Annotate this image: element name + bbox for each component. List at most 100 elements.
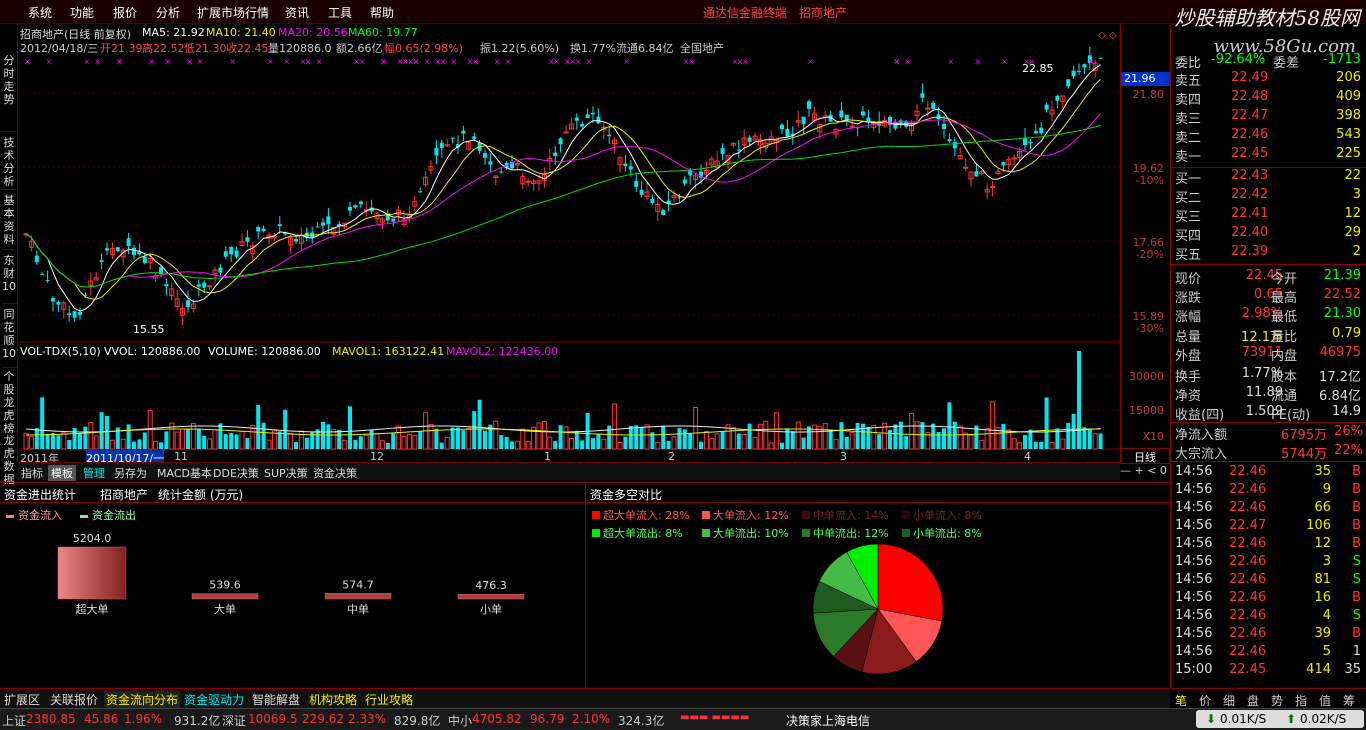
- volume-bar: [757, 423, 763, 450]
- candle: [520, 172, 526, 189]
- chart-nav-buttons[interactable]: — + < 0: [1120, 464, 1170, 480]
- orderbook-row[interactable]: 买四 22.40 29: [1171, 225, 1366, 244]
- volume-bar: [23, 432, 29, 450]
- menu-tools[interactable]: 工具: [328, 4, 352, 21]
- fund-bar-value: 476.3: [475, 579, 507, 592]
- event-marker: ×: [586, 57, 593, 66]
- tab-related-quote[interactable]: 关联报价: [48, 691, 100, 708]
- candle: [1082, 63, 1087, 75]
- tab-save-as[interactable]: 另存为: [111, 465, 150, 481]
- event-marker: ×: [46, 57, 53, 66]
- volume-bar: [655, 441, 661, 450]
- quote-tab[interactable]: 值: [1319, 692, 1331, 709]
- volume-bar: [190, 423, 196, 450]
- event-marker: ×: [283, 57, 290, 66]
- quote-tab[interactable]: 势: [1271, 692, 1283, 709]
- quote-tab[interactable]: 笔: [1175, 692, 1187, 709]
- menu-quote[interactable]: 报价: [113, 4, 137, 21]
- menu-help[interactable]: 帮助: [370, 4, 394, 21]
- tab-fund-decision[interactable]: 资金决策: [310, 465, 360, 481]
- quote-tab[interactable]: 细: [1223, 692, 1235, 709]
- fund-bar-value: 574.7: [342, 578, 374, 591]
- side-tab-eastmoney[interactable]: 东财10: [1, 254, 17, 304]
- orderbook-row[interactable]: 买三 22.41 12: [1171, 206, 1366, 225]
- volume-bar: [174, 431, 180, 450]
- volume-bar: [931, 423, 936, 449]
- quote-tab[interactable]: 盘: [1247, 692, 1259, 709]
- menu-function[interactable]: 功能: [70, 4, 94, 21]
- volume-bar: [828, 430, 833, 449]
- market-indicator-icon[interactable]: ▬▬▬ ▬▬▬▬: [680, 712, 749, 723]
- quote-tab[interactable]: 指: [1295, 692, 1307, 709]
- tab-fund-drive[interactable]: 资金驱动力: [182, 691, 246, 708]
- event-marker: ×: [467, 57, 474, 66]
- orderbook-row[interactable]: 买二 22.42 3: [1171, 187, 1366, 206]
- side-tab-technical[interactable]: 技术分析: [1, 136, 17, 190]
- orderbook-row[interactable]: 卖一 22.45 225: [1171, 146, 1366, 165]
- orderbook-row[interactable]: 卖五 22.49 206: [1171, 70, 1366, 89]
- candle: [434, 140, 439, 165]
- tab-macd[interactable]: MACD基本: [154, 465, 215, 481]
- tick-row: 14:56 22.46 12 B: [1175, 536, 1361, 551]
- orderbook-row[interactable]: 卖四 22.48 409: [1171, 89, 1366, 108]
- orderbook-row[interactable]: 买五 22.39 2: [1171, 244, 1366, 263]
- side-tab-lhb-data[interactable]: 龙虎数据: [1, 434, 17, 486]
- quote-tab[interactable]: 筹: [1343, 692, 1355, 709]
- candle: [774, 138, 780, 152]
- volume-bar: [909, 413, 915, 450]
- menu-news[interactable]: 资讯: [285, 4, 309, 21]
- tab-template[interactable]: 模板: [48, 465, 76, 481]
- tab-institution[interactable]: 机构攻略: [307, 691, 359, 708]
- kline-chart[interactable]: × × × × × × × × × × × × × × × × × × × × × × × × × × × × × × × × × × × × × × × ×…: [18, 24, 1120, 466]
- volume-bar: [472, 411, 477, 449]
- tab-dde[interactable]: DDE决策: [210, 465, 262, 481]
- orderbook-row[interactable]: 卖二 22.46 543: [1171, 127, 1366, 146]
- tab-sup[interactable]: SUP决策: [261, 465, 311, 481]
- volume-bar: [1066, 422, 1071, 449]
- menu-analysis[interactable]: 分析: [156, 4, 180, 21]
- candle: [115, 246, 120, 253]
- quote-stat-row: 现价 22.45 今开 21.39: [1175, 268, 1361, 287]
- info-amplitude: 振1.22(5.60%): [480, 42, 560, 55]
- menu-system[interactable]: 系统: [28, 4, 52, 21]
- event-marker: ×: [947, 57, 954, 66]
- candle: [957, 147, 963, 160]
- side-tab-fundamental[interactable]: 基本资料: [1, 194, 17, 250]
- volume-bar: [844, 436, 849, 449]
- tab-fund-distribution[interactable]: 资金流向分布: [104, 691, 181, 708]
- side-tab-intraday[interactable]: 分时走势: [1, 54, 17, 132]
- volume-bar: [1011, 438, 1017, 450]
- tab-industry[interactable]: 行业攻略: [363, 691, 415, 708]
- candle: [126, 232, 131, 255]
- chart-settings-icon[interactable]: ◇ ◇: [1098, 30, 1117, 41]
- candle: [833, 128, 839, 139]
- side-tab-lhb[interactable]: 个股龙虎榜: [1, 370, 17, 435]
- menu-ext-market[interactable]: 扩展市场行情: [197, 4, 269, 21]
- orderbook-row[interactable]: 买一 22.43 22: [1171, 168, 1366, 187]
- volume-bar: [109, 439, 115, 450]
- tab-indicator[interactable]: 指标: [18, 465, 46, 481]
- volume-bar: [105, 416, 109, 449]
- tab-smart-analysis[interactable]: 智能解盘: [250, 691, 302, 708]
- mavol1-label: MAVOL1: 163122.41: [332, 345, 445, 358]
- tab-ext-area[interactable]: 扩展区: [2, 691, 42, 708]
- quote-tab[interactable]: 价: [1199, 692, 1211, 709]
- volume-label: VOLUME: 120886.00: [208, 345, 321, 358]
- side-tab-ths[interactable]: 同花顺10: [1, 308, 17, 368]
- tab-manage[interactable]: 管理: [80, 465, 108, 481]
- fund-bar: [57, 546, 127, 600]
- orderbook-row[interactable]: 卖三 22.47 398: [1171, 108, 1366, 127]
- candle: [1033, 123, 1038, 135]
- info-high: 高22.52: [142, 42, 185, 55]
- candle: [807, 99, 811, 117]
- server-name[interactable]: 决策家上海电信: [786, 712, 870, 729]
- fund-flow-title: 资金进出统计: [4, 488, 77, 502]
- volume-bar: [795, 421, 801, 450]
- candle: [1006, 156, 1012, 173]
- candle: [1071, 65, 1076, 80]
- candle: [607, 126, 612, 144]
- fund-bar-label: 中单: [347, 603, 369, 616]
- volume-bar: [396, 425, 402, 450]
- period-selector[interactable]: 日线: [1120, 448, 1170, 464]
- ma5-label: MA5: 21.92: [142, 26, 205, 39]
